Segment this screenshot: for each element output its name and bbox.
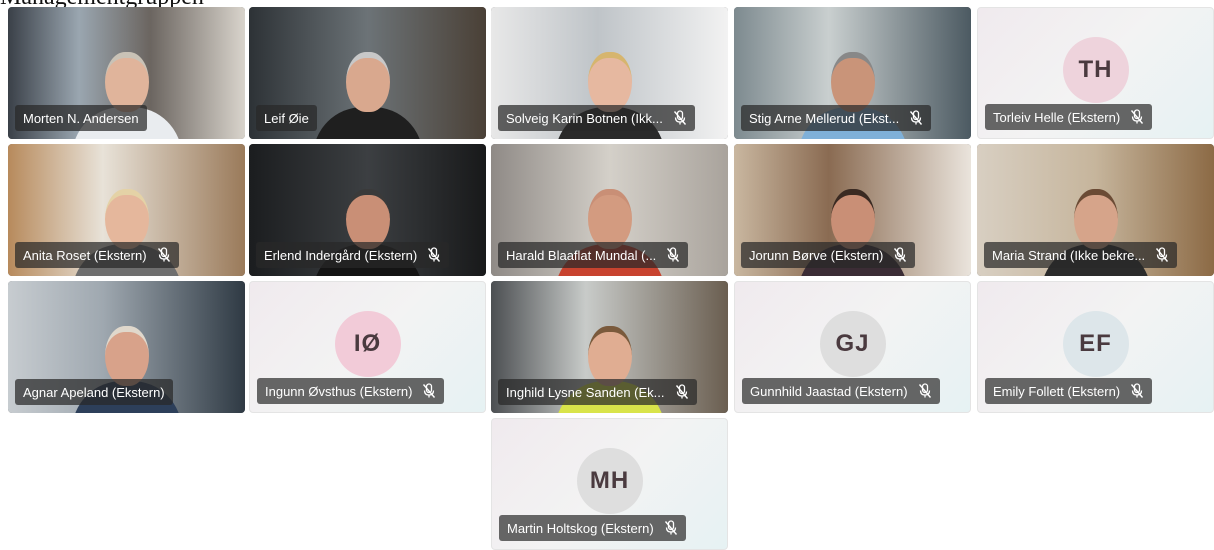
participant-nameplate: Leif Øie xyxy=(256,105,317,131)
mic-off-icon xyxy=(157,247,171,263)
participant-name: Gunnhild Jaastad (Ekstern) xyxy=(750,383,908,399)
participant-name: Anita Roset (Ekstern) xyxy=(23,247,147,263)
participant-tile[interactable]: IØ Ingunn Øvsthus (Ekstern) xyxy=(249,281,486,413)
participant-tile[interactable]: MH Martin Holtskog (Ekstern) xyxy=(491,418,728,550)
participant-nameplate: Solveig Karin Botnen (Ikk... xyxy=(498,105,695,131)
participant-tile[interactable]: Anita Roset (Ekstern) xyxy=(8,144,245,276)
mic-off-icon xyxy=(666,247,680,263)
participant-tile[interactable]: Erlend Indergård (Ekstern) xyxy=(249,144,486,276)
avatar-initials: EF xyxy=(1062,311,1129,378)
participant-name: Solveig Karin Botnen (Ikk... xyxy=(506,110,663,126)
participant-nameplate: Emily Follett (Ekstern) xyxy=(985,378,1153,404)
participant-nameplate: Agnar Apeland (Ekstern) xyxy=(15,379,173,405)
participant-tile[interactable]: EF Emily Follett (Ekstern) xyxy=(977,281,1214,413)
mic-off-icon xyxy=(893,247,907,263)
mic-off-icon xyxy=(1130,383,1144,399)
participant-nameplate: Inghild Lysne Sanden (Ek... xyxy=(498,379,697,405)
participant-name: Leif Øie xyxy=(264,110,309,126)
participant-tile[interactable]: TH Torleiv Helle (Ekstern) xyxy=(977,7,1214,139)
participant-name: Ingunn Øvsthus (Ekstern) xyxy=(265,383,413,399)
participant-tile[interactable]: Inghild Lysne Sanden (Ek... xyxy=(491,281,728,413)
participant-name: Emily Follett (Ekstern) xyxy=(993,383,1121,399)
participant-name: Agnar Apeland (Ekstern) xyxy=(23,384,165,400)
participant-nameplate: Erlend Indergård (Ekstern) xyxy=(256,242,450,268)
participant-nameplate: Ingunn Øvsthus (Ekstern) xyxy=(257,378,445,404)
participant-nameplate: Maria Strand (Ikke bekre... xyxy=(984,242,1178,268)
mic-off-icon xyxy=(1130,109,1144,125)
participant-name: Stig Arne Mellerud (Ekst... xyxy=(749,110,900,126)
participant-name: Inghild Lysne Sanden (Ek... xyxy=(506,384,665,400)
participant-name: Jorunn Børve (Ekstern) xyxy=(749,247,884,263)
participant-nameplate: Gunnhild Jaastad (Ekstern) xyxy=(742,378,940,404)
avatar-initials: IØ xyxy=(334,311,401,378)
mic-off-icon xyxy=(673,110,687,126)
participant-tile[interactable]: Agnar Apeland (Ekstern) xyxy=(8,281,245,413)
participant-grid: Morten N. Andersen Leif Øie Solveig Karin … xyxy=(8,7,1214,550)
participant-tile[interactable]: Jorunn Børve (Ekstern) xyxy=(734,144,971,276)
participant-tile[interactable]: GJ Gunnhild Jaastad (Ekstern) xyxy=(734,281,971,413)
participant-tile[interactable]: Morten N. Andersen xyxy=(8,7,245,139)
avatar-initials: TH xyxy=(1062,37,1129,104)
avatar-initials: GJ xyxy=(819,311,886,378)
mic-off-icon xyxy=(1155,247,1169,263)
participant-nameplate: Jorunn Børve (Ekstern) xyxy=(741,242,916,268)
mic-off-icon xyxy=(675,384,689,400)
participant-name: Torleiv Helle (Ekstern) xyxy=(993,109,1121,125)
mic-off-icon xyxy=(909,110,923,126)
mic-off-icon xyxy=(427,247,441,263)
participant-nameplate: Harald Blaaflat Mundal (... xyxy=(498,242,689,268)
participant-name: Maria Strand (Ikke bekre... xyxy=(992,247,1146,263)
participant-nameplate: Torleiv Helle (Ekstern) xyxy=(985,104,1153,130)
participant-name: Harald Blaaflat Mundal (... xyxy=(506,247,657,263)
participant-nameplate: Anita Roset (Ekstern) xyxy=(15,242,179,268)
participant-nameplate: Martin Holtskog (Ekstern) xyxy=(499,515,686,541)
mic-off-icon xyxy=(664,520,678,536)
participant-tile[interactable]: Leif Øie xyxy=(249,7,486,139)
participant-name: Morten N. Andersen xyxy=(23,110,139,126)
mic-off-icon xyxy=(422,383,436,399)
participant-nameplate: Morten N. Andersen xyxy=(15,105,147,131)
participant-nameplate: Stig Arne Mellerud (Ekst... xyxy=(741,105,932,131)
participant-tile[interactable]: Solveig Karin Botnen (Ikk... xyxy=(491,7,728,139)
participant-name: Erlend Indergård (Ekstern) xyxy=(264,247,418,263)
avatar-initials: MH xyxy=(576,448,643,515)
participant-tile[interactable]: Harald Blaaflat Mundal (... xyxy=(491,144,728,276)
participant-tile[interactable]: Stig Arne Mellerud (Ekst... xyxy=(734,7,971,139)
mic-off-icon xyxy=(918,383,932,399)
participant-name: Martin Holtskog (Ekstern) xyxy=(507,520,654,536)
participant-figure xyxy=(312,44,423,139)
participant-tile[interactable]: Maria Strand (Ikke bekre... xyxy=(977,144,1214,276)
